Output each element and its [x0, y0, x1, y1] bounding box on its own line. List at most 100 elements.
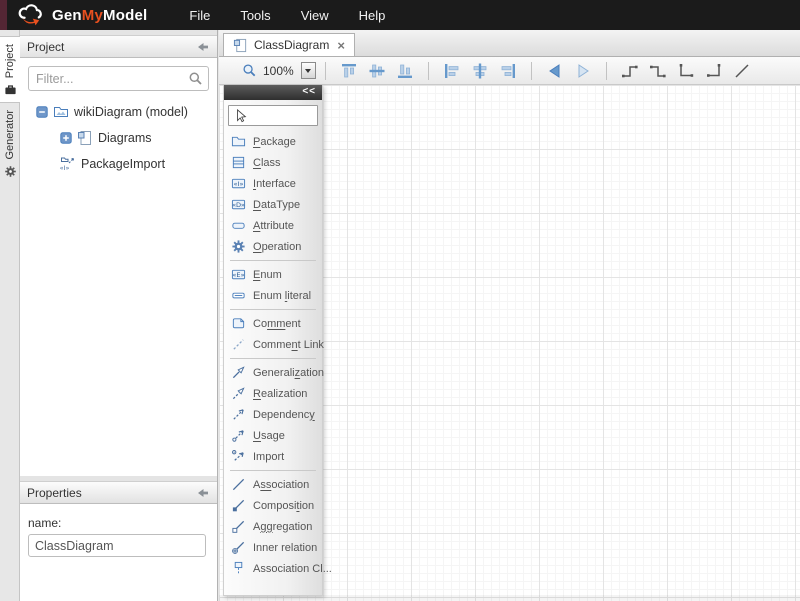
palette-item-label: DataType [253, 199, 300, 211]
palette-collapse-button[interactable]: << [224, 85, 322, 100]
generalization-icon [231, 365, 246, 380]
sidebar-tab-label: Project [4, 44, 16, 78]
palette-item-label: Interface [253, 178, 296, 190]
palette-item-label: Dependency [253, 409, 315, 421]
magnifier-icon [241, 62, 258, 79]
collapse-panel-arrow-icon[interactable] [196, 486, 210, 500]
palette-item-composition[interactable]: Composition [224, 495, 322, 516]
close-tab-icon[interactable]: × [337, 39, 345, 52]
palette-item-import[interactable]: Import [224, 446, 322, 467]
palette-item-association[interactable]: Association [224, 474, 322, 495]
line-corner-left-button[interactable] [673, 60, 699, 82]
tree-item-label: wikiDiagram (model) [74, 105, 188, 119]
tree-item-diagrams[interactable]: Diagrams [20, 125, 217, 151]
sidebar-tab-generator[interactable]: Generator [0, 103, 20, 184]
diagram-file-icon [77, 130, 93, 146]
palette-separator [230, 358, 316, 359]
properties-panel-header: Properties [20, 481, 217, 504]
palette-item-attribute[interactable]: Attribute [224, 215, 322, 236]
toolbar-separator [606, 62, 607, 80]
palette-item-dependency[interactable]: Dependency [224, 404, 322, 425]
align-middle-button[interactable] [364, 60, 390, 82]
svg-text:«I»: «I» [234, 180, 244, 188]
palette-item-enum-literal[interactable]: Enum literal [224, 285, 322, 306]
align-top-button[interactable] [336, 60, 362, 82]
collapse-panel-arrow-icon[interactable] [196, 40, 210, 54]
palette-item-label: Package [253, 136, 296, 148]
palette-item-package[interactable]: Package [224, 131, 322, 152]
palette-item-generalization[interactable]: Generalization [224, 362, 322, 383]
sidebar-tab-label: Generator [4, 110, 16, 160]
chevron-down-icon [305, 69, 311, 73]
usage-icon [231, 428, 246, 443]
palette-separator [230, 309, 316, 310]
palette-item-comment-link[interactable]: Comment Link [224, 334, 322, 355]
align-bottom-button[interactable] [392, 60, 418, 82]
palette-item-label: Association Cl... [253, 563, 332, 575]
palette-item-label: Operation [253, 241, 301, 253]
palette-item-datatype[interactable]: «D»DataType [224, 194, 322, 215]
diagram-tabbar: ClassDiagram × [219, 30, 800, 57]
palette-item-association-cl[interactable]: Association Cl... [224, 558, 322, 579]
menu-file[interactable]: File [189, 8, 210, 23]
tree-item-packageimport[interactable]: «I»PackageImport [20, 151, 217, 177]
enum-literal-icon [231, 288, 246, 303]
minus-box-icon[interactable] [36, 106, 48, 118]
palette-item-label: Comment [253, 318, 301, 330]
sidebar-tab-project[interactable]: Project [0, 36, 20, 103]
palette-separator [230, 470, 316, 471]
line-step-down-button[interactable] [645, 60, 671, 82]
association-class-icon [231, 561, 246, 576]
palette-item-inner-relation[interactable]: Inner relation [224, 537, 322, 558]
model-tree: wikiDiagram (model) Diagrams«I»PackageImp… [20, 99, 217, 177]
palette-item-aggregation[interactable]: Aggregation [224, 516, 322, 537]
line-corner-left-icon [677, 62, 695, 80]
line-straight-button[interactable] [729, 60, 755, 82]
line-step-up-button[interactable] [617, 60, 643, 82]
palette-item-class[interactable]: Class [224, 152, 322, 173]
tab-classdiagram[interactable]: ClassDiagram × [223, 33, 355, 56]
flip-left-icon [546, 62, 564, 80]
align-center-icon [471, 62, 489, 80]
palette-item-label: Composition [253, 500, 314, 512]
top-menu-bar: GenMyModel FileToolsViewHelp [0, 0, 800, 30]
align-right-button[interactable] [495, 60, 521, 82]
palette-item-realization[interactable]: Realization [224, 383, 322, 404]
menu-tools[interactable]: Tools [240, 8, 270, 23]
palette-item-interface[interactable]: «I» Interface [224, 173, 322, 194]
association-icon [231, 477, 246, 492]
zoom-level-value: 100% [263, 64, 294, 78]
align-center-button[interactable] [467, 60, 493, 82]
flip-right-button[interactable] [570, 60, 596, 82]
toolbar-separator [428, 62, 429, 80]
menu-help[interactable]: Help [359, 8, 386, 23]
realization-icon [231, 386, 246, 401]
aggregation-icon [231, 519, 246, 534]
flip-right-icon [574, 62, 592, 80]
toolbar-separator [325, 62, 326, 80]
name-field[interactable] [28, 534, 206, 557]
filter-input[interactable] [28, 66, 209, 91]
palette-item-usage[interactable]: Usage [224, 425, 322, 446]
tree-item-wikidiagram-model[interactable]: wikiDiagram (model) [20, 99, 217, 125]
palette-item-operation[interactable]: Operation [224, 236, 322, 257]
palette-separator [230, 260, 316, 261]
class-icon [231, 155, 246, 170]
palette-item-label: Realization [253, 388, 307, 400]
selection-tool-button[interactable] [228, 105, 318, 126]
palette-item-label: Attribute [253, 220, 294, 232]
zoom-level-dropdown[interactable] [301, 62, 316, 79]
properties-panel: name: [20, 504, 217, 601]
palette-item-label: Enum literal [253, 290, 311, 302]
plus-box-icon[interactable] [60, 132, 72, 144]
palette-item-comment[interactable]: Comment [224, 313, 322, 334]
align-left-button[interactable] [439, 60, 465, 82]
line-corner-right-button[interactable] [701, 60, 727, 82]
palette-item-enum[interactable]: «E»Enum [224, 264, 322, 285]
flip-left-button[interactable] [542, 60, 568, 82]
menubar: File Tools View Help [189, 8, 385, 23]
briefcase-icon [4, 83, 17, 96]
import-icon [231, 449, 246, 464]
menu-view[interactable]: View [301, 8, 329, 23]
side-rail: Project Generator [0, 30, 20, 601]
